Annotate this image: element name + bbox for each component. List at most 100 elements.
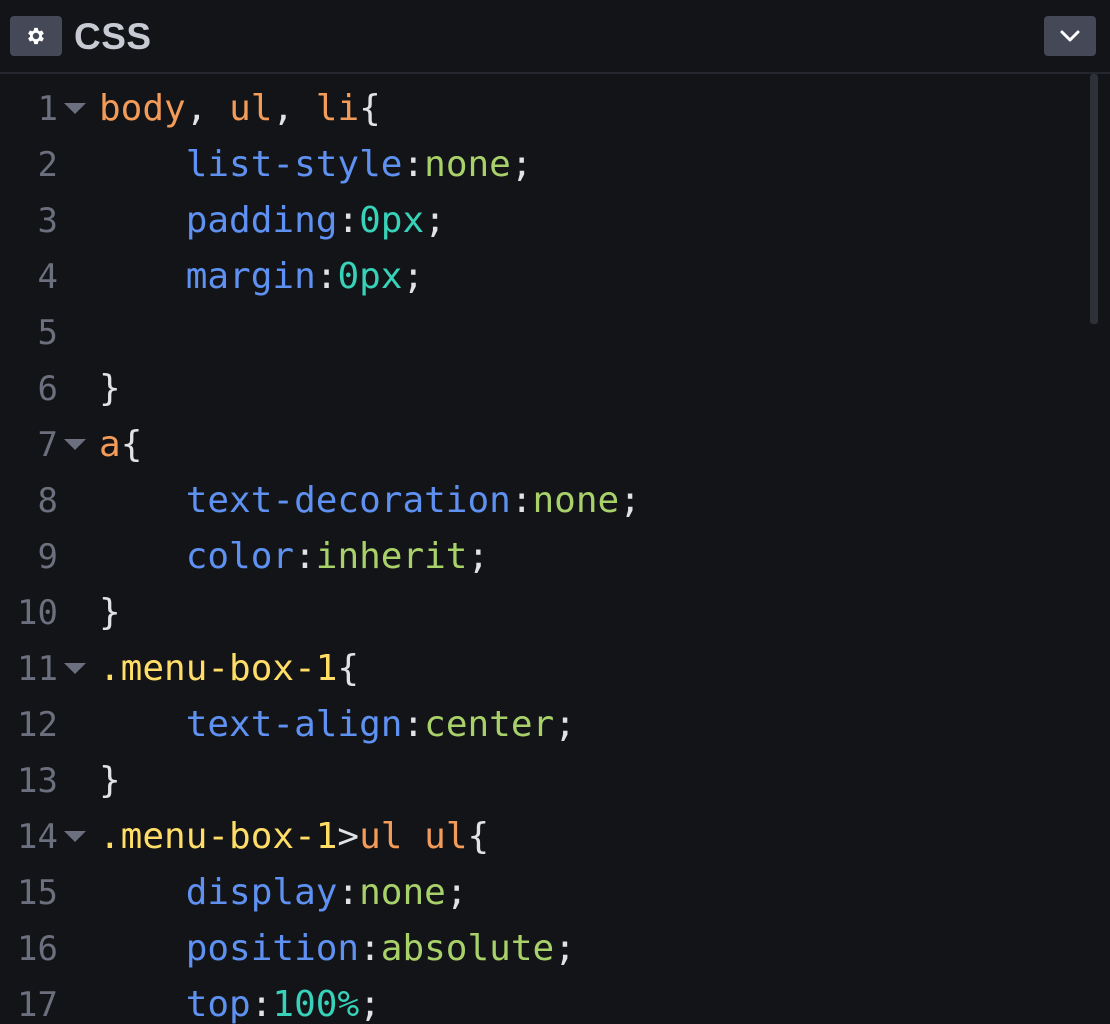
code-token: list-style bbox=[185, 144, 403, 185]
code-text: a{ bbox=[99, 417, 142, 473]
code-token: display bbox=[185, 872, 338, 913]
code-token: margin bbox=[185, 256, 316, 297]
editor-header: CSS bbox=[0, 0, 1110, 74]
code-text: top:100%; bbox=[99, 977, 381, 1024]
line-number: 5 bbox=[37, 313, 58, 353]
code-line[interactable]: 11 .menu-box-1{ bbox=[0, 641, 1090, 697]
code-token: absolute bbox=[380, 928, 555, 969]
code-token: ul bbox=[424, 816, 468, 857]
code-token: : bbox=[250, 984, 273, 1024]
code-line[interactable]: 1 body, ul, li{ bbox=[0, 81, 1090, 137]
code-token: : bbox=[510, 480, 533, 521]
code-token: ; bbox=[619, 480, 641, 521]
line-number: 11 bbox=[17, 649, 58, 689]
code-token: > bbox=[337, 816, 360, 857]
line-number: 17 bbox=[17, 985, 58, 1024]
code-token: padding bbox=[185, 200, 338, 241]
code-line[interactable]: 10} bbox=[0, 585, 1090, 641]
code-line[interactable]: 7 a{ bbox=[0, 417, 1090, 473]
code-token: { bbox=[120, 424, 143, 465]
code-text: margin:0px; bbox=[99, 249, 424, 305]
code-line[interactable]: 17 top:100%; bbox=[0, 977, 1090, 1024]
code-token: ul bbox=[359, 816, 403, 857]
code-token: ; bbox=[359, 984, 381, 1024]
code-line[interactable]: 3 padding:0px; bbox=[0, 193, 1090, 249]
fold-arrow-icon[interactable] bbox=[64, 831, 86, 842]
line-number: 13 bbox=[17, 761, 58, 801]
code-token: , bbox=[272, 88, 316, 129]
code-token: { bbox=[359, 88, 381, 129]
code-line[interactable]: 12 text-align:center; bbox=[0, 697, 1090, 753]
code-token: { bbox=[467, 816, 490, 857]
code-line[interactable]: 15 display:none; bbox=[0, 865, 1090, 921]
fold-arrow-icon[interactable] bbox=[64, 103, 86, 114]
code-token: ; bbox=[445, 872, 468, 913]
code-text: } bbox=[99, 361, 121, 417]
editor-title: CSS bbox=[74, 16, 152, 57]
code-token: ; bbox=[402, 256, 425, 297]
code-token: } bbox=[99, 368, 121, 409]
fold-arrow-icon[interactable] bbox=[64, 663, 86, 674]
code-text: } bbox=[99, 753, 121, 809]
code-token: inherit bbox=[315, 536, 468, 577]
line-number: 12 bbox=[17, 705, 58, 745]
line-number: 16 bbox=[17, 929, 58, 969]
vertical-scrollbar[interactable] bbox=[1090, 74, 1098, 324]
code-line[interactable]: 5 bbox=[0, 305, 1090, 361]
line-number: 10 bbox=[17, 593, 58, 633]
code-text: list-style:none; bbox=[99, 137, 533, 193]
code-token: none bbox=[359, 872, 446, 913]
code-token: ul bbox=[229, 88, 273, 129]
code-token: li bbox=[315, 88, 360, 129]
collapse-button[interactable] bbox=[1044, 16, 1096, 56]
code-text: .menu-box-1>ul ul{ bbox=[99, 809, 489, 865]
line-number: 4 bbox=[37, 257, 58, 297]
code-token: : bbox=[402, 704, 425, 745]
code-token: 0px bbox=[359, 200, 425, 241]
code-text: body, ul, li{ bbox=[99, 81, 381, 137]
line-number: 15 bbox=[17, 873, 58, 913]
code-text: padding:0px; bbox=[99, 193, 446, 249]
code-line[interactable]: 9 color:inherit; bbox=[0, 529, 1090, 585]
code-token: , bbox=[185, 88, 230, 129]
code-line[interactable]: 2 list-style:none; bbox=[0, 137, 1090, 193]
code-token: : bbox=[359, 928, 381, 969]
code-line[interactable]: 6} bbox=[0, 361, 1090, 417]
code-token: ; bbox=[554, 928, 576, 969]
line-number: 9 bbox=[37, 537, 58, 577]
fold-arrow-icon[interactable] bbox=[64, 439, 86, 450]
code-token: } bbox=[99, 760, 121, 801]
code-line[interactable]: 4 margin:0px; bbox=[0, 249, 1090, 305]
code-text: display:none; bbox=[99, 865, 468, 921]
code-text: text-decoration:none; bbox=[99, 473, 641, 529]
code-line[interactable]: 14 .menu-box-1>ul ul{ bbox=[0, 809, 1090, 865]
line-number: 7 bbox=[37, 425, 58, 465]
code-token: text-align bbox=[185, 704, 403, 745]
code-token: text-decoration bbox=[185, 480, 511, 521]
code-editor[interactable]: 1 body, ul, li{2 list-style:none; 3 paddin… bbox=[0, 74, 1110, 1024]
code-line[interactable]: 16 position:absolute; bbox=[0, 921, 1090, 977]
code-token: : bbox=[337, 200, 360, 241]
code-token: .menu-box-1 bbox=[99, 816, 338, 857]
css-editor-panel: CSS 1 body, ul, li{2 list-style:none; 3 pa… bbox=[0, 0, 1110, 1024]
chevron-down-icon bbox=[1060, 30, 1080, 42]
gear-icon bbox=[28, 27, 44, 45]
code-token: a bbox=[99, 424, 121, 465]
code-token: none bbox=[532, 480, 620, 521]
code-token: none bbox=[424, 144, 511, 185]
code-token: : bbox=[402, 144, 425, 185]
code-token: .menu-box-1 bbox=[99, 648, 338, 689]
settings-button[interactable] bbox=[10, 16, 62, 56]
code-line[interactable]: 13} bbox=[0, 753, 1090, 809]
code-token: : bbox=[315, 256, 338, 297]
code-token: body bbox=[99, 88, 186, 129]
code-token: top bbox=[185, 984, 251, 1024]
code-line[interactable]: 8 text-decoration:none; bbox=[0, 473, 1090, 529]
